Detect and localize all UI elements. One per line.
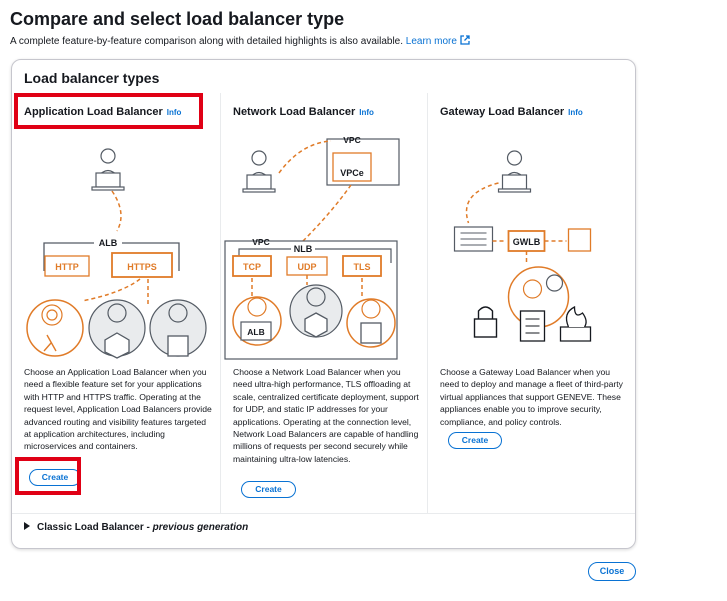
svg-text:UDP: UDP <box>297 262 316 272</box>
gwlb-heading: Gateway Load Balancer Info <box>440 106 583 118</box>
gwlb-column: Gateway Load Balancer Info GWLB Choose a… <box>428 93 635 513</box>
external-link-icon <box>460 35 470 45</box>
panel-title: Load balancer types <box>24 70 160 86</box>
gwlb-create-button[interactable]: Create <box>448 432 502 449</box>
svg-text:ALB: ALB <box>247 327 264 337</box>
caret-right-icon <box>24 522 30 530</box>
nlb-column: Network Load Balancer Info VPC VPCe VPC N… <box>220 93 428 513</box>
svg-text:VPC: VPC <box>343 135 360 145</box>
container-target-icon <box>88 299 146 359</box>
svg-text:HTTP: HTTP <box>55 262 79 272</box>
alb-info-link[interactable]: Info <box>167 108 182 117</box>
alb-description: Choose an Application Load Balancer when… <box>24 367 212 452</box>
svg-text:TCP: TCP <box>243 262 261 272</box>
alb-target-icon: ALB <box>232 296 282 346</box>
alb-column: Application Load Balancer Info ALB HTTP H… <box>12 93 220 513</box>
gwlb-diagram-illustration: GWLB <box>453 150 592 342</box>
document-icon <box>519 310 546 342</box>
page-title: Compare and select load balancer type <box>10 9 345 29</box>
classic-load-balancer-expander[interactable]: Classic Load Balancer - previous generat… <box>24 522 248 533</box>
load-balancer-types-panel: Load balancer types Application Load Bal… <box>11 59 636 549</box>
svg-text:VPC: VPC <box>252 237 269 247</box>
svg-text:TLS: TLS <box>354 262 371 272</box>
instance-target-icon <box>346 298 396 348</box>
user-laptop-icon <box>91 148 125 191</box>
svg-text:ALB: ALB <box>99 238 118 248</box>
nlb-create-button[interactable]: Create <box>241 481 296 498</box>
alb-heading: Application Load Balancer Info <box>24 106 182 118</box>
alb-diagram-illustration: ALB HTTP HTTPS <box>26 148 207 359</box>
user-laptop-icon <box>497 150 532 193</box>
panel-divider <box>12 513 635 514</box>
nlb-diagram-illustration: VPC VPCe VPC NLB TCP UDP TLS ALB <box>224 135 400 360</box>
lambda-target-icon <box>26 299 84 357</box>
gwlb-description: Choose a Gateway Load Balancer when you … <box>440 367 623 427</box>
subtitle-text: A complete feature-by-feature comparison… <box>10 36 404 47</box>
svg-text:HTTPS: HTTPS <box>127 262 157 272</box>
user-laptop-icon <box>242 150 276 193</box>
gwlb-info-link[interactable]: Info <box>568 108 583 117</box>
close-button[interactable]: Close <box>588 562 636 581</box>
nlb-description: Choose a Network Load Balancer when you … <box>233 367 419 464</box>
svg-text:GWLB: GWLB <box>513 237 541 247</box>
nlb-info-link[interactable]: Info <box>359 108 374 117</box>
learn-more-link[interactable]: Learn more <box>406 35 470 47</box>
svg-text:NLB: NLB <box>294 244 313 254</box>
lock-icon <box>473 306 498 338</box>
svg-text:VPCe: VPCe <box>340 168 364 178</box>
container-target-icon <box>289 284 343 338</box>
page-subtitle: A complete feature-by-feature comparison… <box>10 35 470 47</box>
alb-create-button[interactable]: Create <box>29 469 81 486</box>
instance-target-icon <box>149 299 207 357</box>
nlb-heading: Network Load Balancer Info <box>233 106 374 118</box>
